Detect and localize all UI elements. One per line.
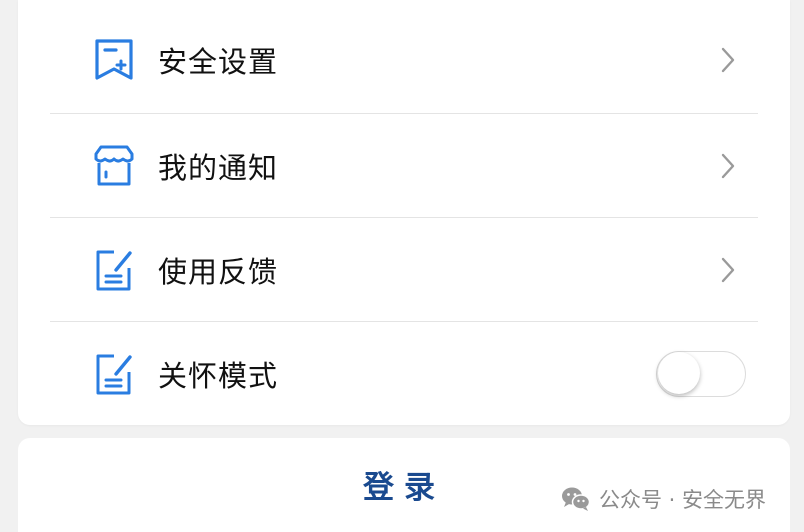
login-button[interactable]: 登录 公众号 · 安全无界	[18, 438, 790, 532]
settings-item-notifications[interactable]: 我的通知	[50, 113, 758, 218]
watermark: 公众号 · 安全无界	[561, 484, 766, 514]
settings-item-security[interactable]: 安全设置	[50, 8, 758, 112]
chevron-right-icon	[716, 255, 740, 285]
settings-item-label: 使用反馈	[158, 255, 279, 289]
wechat-icon	[561, 486, 591, 512]
toggle-knob[interactable]	[658, 352, 700, 394]
settings-item-label: 我的通知	[158, 151, 279, 185]
care-mode-toggle[interactable]	[656, 351, 746, 397]
settings-card: 安全设置 我的通知 使用反馈 关怀模式	[18, 0, 790, 425]
chevron-right-icon	[716, 45, 740, 75]
settings-item-care-mode: 关怀模式	[50, 321, 758, 426]
settings-item-feedback[interactable]: 使用反馈	[50, 217, 758, 322]
edit-note-icon	[92, 248, 136, 292]
store-icon	[92, 144, 136, 188]
edit-note-icon	[92, 352, 136, 396]
screen: 安全设置 我的通知 使用反馈 关怀模式 登录 公众号 · 安全无界	[0, 0, 804, 532]
bookmark-plus-icon	[92, 38, 136, 82]
watermark-text: 公众号 · 安全无界	[598, 488, 766, 512]
settings-item-label: 关怀模式	[158, 359, 279, 393]
chevron-right-icon	[716, 151, 740, 181]
settings-item-label: 安全设置	[158, 45, 279, 79]
